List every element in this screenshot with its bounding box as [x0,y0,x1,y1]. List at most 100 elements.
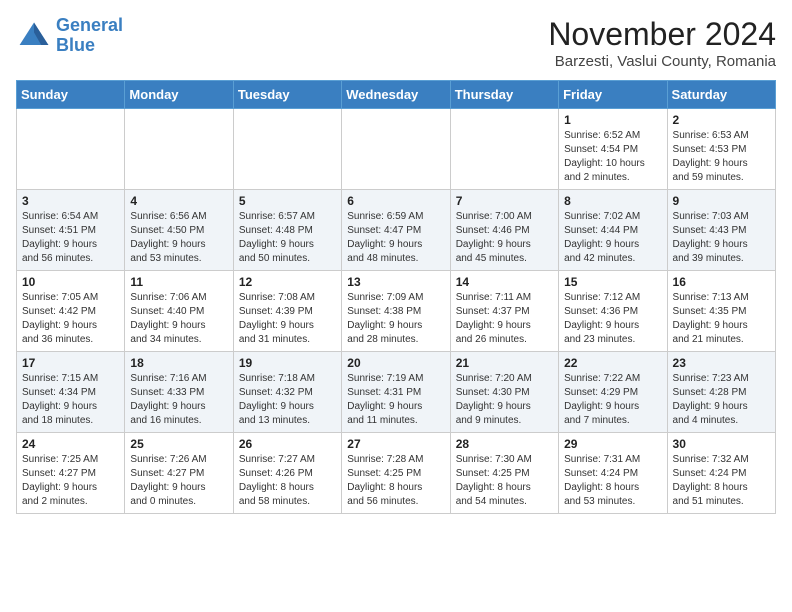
day-info: Sunrise: 7:19 AM Sunset: 4:31 PM Dayligh… [347,372,444,428]
calendar-cell [342,109,450,190]
day-number: 27 [347,437,444,451]
page-header: General Blue November 2024 Barzesti, Vas… [16,16,776,70]
day-info: Sunrise: 6:53 AM Sunset: 4:53 PM Dayligh… [673,129,770,185]
location-title: Barzesti, Vaslui County, Romania [548,53,776,70]
calendar-cell: 20 Sunrise: 7:19 AM Sunset: 4:31 PM Dayli… [342,352,450,433]
day-number: 20 [347,356,444,370]
calendar-cell: 10 Sunrise: 7:05 AM Sunset: 4:42 PM Dayli… [17,271,125,352]
logo-line1: General [56,15,123,35]
day-number: 17 [22,356,119,370]
day-info: Sunrise: 7:00 AM Sunset: 4:46 PM Dayligh… [456,210,553,266]
calendar-cell [233,109,341,190]
weekday-header-monday: Monday [125,81,233,109]
calendar-cell: 9 Sunrise: 7:03 AM Sunset: 4:43 PM Daylig… [667,190,775,271]
weekday-header-thursday: Thursday [450,81,558,109]
calendar-cell: 5 Sunrise: 6:57 AM Sunset: 4:48 PM Daylig… [233,190,341,271]
logo-text: General Blue [56,16,123,56]
day-number: 2 [673,113,770,127]
day-info: Sunrise: 7:30 AM Sunset: 4:25 PM Dayligh… [456,453,553,509]
day-number: 28 [456,437,553,451]
calendar-cell: 27Sunrise: 7:28 AM Sunset: 4:25 PM Dayli… [342,433,450,514]
calendar-week-3: 10 Sunrise: 7:05 AM Sunset: 4:42 PM Dayli… [17,271,776,352]
calendar-cell: 28 Sunrise: 7:30 AM Sunset: 4:25 PM Dayli… [450,433,558,514]
day-number: 25 [130,437,227,451]
logo-icon [16,18,52,54]
day-number: 14 [456,275,553,289]
calendar-week-1: 1Sunrise: 6:52 AM Sunset: 4:54 PM Daylig… [17,109,776,190]
day-info: Sunrise: 7:22 AM Sunset: 4:29 PM Dayligh… [564,372,661,428]
day-info: Sunrise: 7:11 AM Sunset: 4:37 PM Dayligh… [456,291,553,347]
day-number: 7 [456,194,553,208]
calendar-cell: 12 Sunrise: 7:08 AM Sunset: 4:39 PM Dayli… [233,271,341,352]
calendar-cell: 2 Sunrise: 6:53 AM Sunset: 4:53 PM Daylig… [667,109,775,190]
day-info: Sunrise: 7:32 AM Sunset: 4:24 PM Dayligh… [673,453,770,509]
day-number: 24 [22,437,119,451]
logo: General Blue [16,16,123,56]
day-number: 29 [564,437,661,451]
day-number: 23 [673,356,770,370]
calendar-cell: 13Sunrise: 7:09 AM Sunset: 4:38 PM Dayli… [342,271,450,352]
day-number: 9 [673,194,770,208]
day-info: Sunrise: 6:56 AM Sunset: 4:50 PM Dayligh… [130,210,227,266]
day-info: Sunrise: 7:05 AM Sunset: 4:42 PM Dayligh… [22,291,119,347]
day-number: 21 [456,356,553,370]
day-info: Sunrise: 7:13 AM Sunset: 4:35 PM Dayligh… [673,291,770,347]
day-info: Sunrise: 7:26 AM Sunset: 4:27 PM Dayligh… [130,453,227,509]
day-info: Sunrise: 7:20 AM Sunset: 4:30 PM Dayligh… [456,372,553,428]
day-info: Sunrise: 7:03 AM Sunset: 4:43 PM Dayligh… [673,210,770,266]
day-number: 4 [130,194,227,208]
weekday-header-friday: Friday [559,81,667,109]
day-info: Sunrise: 6:54 AM Sunset: 4:51 PM Dayligh… [22,210,119,266]
calendar-cell: 30 Sunrise: 7:32 AM Sunset: 4:24 PM Dayli… [667,433,775,514]
day-number: 12 [239,275,336,289]
day-info: Sunrise: 6:59 AM Sunset: 4:47 PM Dayligh… [347,210,444,266]
day-info: Sunrise: 7:15 AM Sunset: 4:34 PM Dayligh… [22,372,119,428]
calendar-cell: 24 Sunrise: 7:25 AM Sunset: 4:27 PM Dayli… [17,433,125,514]
day-info: Sunrise: 7:12 AM Sunset: 4:36 PM Dayligh… [564,291,661,347]
calendar-cell: 16 Sunrise: 7:13 AM Sunset: 4:35 PM Dayli… [667,271,775,352]
calendar-cell: 21 Sunrise: 7:20 AM Sunset: 4:30 PM Dayli… [450,352,558,433]
day-info: Sunrise: 7:18 AM Sunset: 4:32 PM Dayligh… [239,372,336,428]
day-number: 16 [673,275,770,289]
calendar-cell: 8Sunrise: 7:02 AM Sunset: 4:44 PM Daylig… [559,190,667,271]
day-number: 15 [564,275,661,289]
day-number: 10 [22,275,119,289]
day-number: 6 [347,194,444,208]
calendar-week-2: 3 Sunrise: 6:54 AM Sunset: 4:51 PM Daylig… [17,190,776,271]
calendar-cell: 17 Sunrise: 7:15 AM Sunset: 4:34 PM Dayli… [17,352,125,433]
calendar-cell: 1Sunrise: 6:52 AM Sunset: 4:54 PM Daylig… [559,109,667,190]
calendar-cell: 6 Sunrise: 6:59 AM Sunset: 4:47 PM Daylig… [342,190,450,271]
day-info: Sunrise: 6:52 AM Sunset: 4:54 PM Dayligh… [564,129,661,185]
day-info: Sunrise: 7:08 AM Sunset: 4:39 PM Dayligh… [239,291,336,347]
logo-line2: Blue [56,35,95,55]
calendar-cell: 14 Sunrise: 7:11 AM Sunset: 4:37 PM Dayli… [450,271,558,352]
day-number: 26 [239,437,336,451]
calendar-cell: 3 Sunrise: 6:54 AM Sunset: 4:51 PM Daylig… [17,190,125,271]
day-info: Sunrise: 6:57 AM Sunset: 4:48 PM Dayligh… [239,210,336,266]
day-info: Sunrise: 7:25 AM Sunset: 4:27 PM Dayligh… [22,453,119,509]
title-block: November 2024 Barzesti, Vaslui County, R… [548,16,776,70]
calendar-cell: 25 Sunrise: 7:26 AM Sunset: 4:27 PM Dayli… [125,433,233,514]
weekday-header-saturday: Saturday [667,81,775,109]
day-number: 18 [130,356,227,370]
day-number: 22 [564,356,661,370]
day-number: 3 [22,194,119,208]
day-info: Sunrise: 7:16 AM Sunset: 4:33 PM Dayligh… [130,372,227,428]
weekday-header-sunday: Sunday [17,81,125,109]
calendar-cell [17,109,125,190]
day-info: Sunrise: 7:31 AM Sunset: 4:24 PM Dayligh… [564,453,661,509]
day-info: Sunrise: 7:27 AM Sunset: 4:26 PM Dayligh… [239,453,336,509]
day-number: 30 [673,437,770,451]
day-info: Sunrise: 7:06 AM Sunset: 4:40 PM Dayligh… [130,291,227,347]
calendar-week-5: 24 Sunrise: 7:25 AM Sunset: 4:27 PM Dayli… [17,433,776,514]
calendar-cell [450,109,558,190]
calendar-cell: 18 Sunrise: 7:16 AM Sunset: 4:33 PM Dayli… [125,352,233,433]
day-number: 5 [239,194,336,208]
day-info: Sunrise: 7:23 AM Sunset: 4:28 PM Dayligh… [673,372,770,428]
weekday-header-row: SundayMondayTuesdayWednesdayThursdayFrid… [17,81,776,109]
day-number: 11 [130,275,227,289]
calendar-cell: 23 Sunrise: 7:23 AM Sunset: 4:28 PM Dayli… [667,352,775,433]
calendar-table: SundayMondayTuesdayWednesdayThursdayFrid… [16,80,776,514]
month-title: November 2024 [548,16,776,53]
calendar-cell: 7 Sunrise: 7:00 AM Sunset: 4:46 PM Daylig… [450,190,558,271]
